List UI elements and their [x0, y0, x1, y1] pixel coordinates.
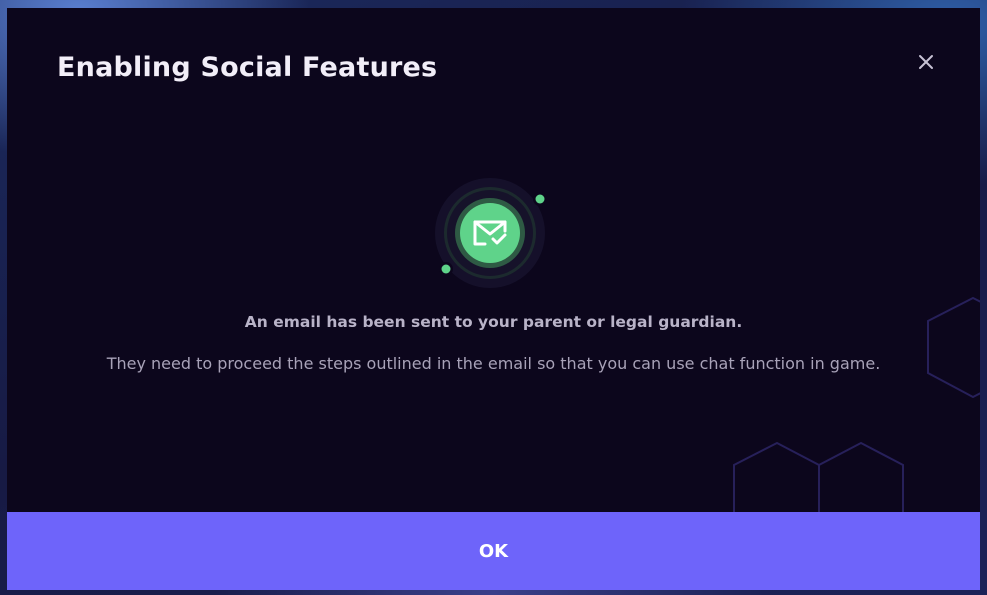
hexagon-decoration	[733, 296, 980, 538]
close-button[interactable]	[912, 48, 940, 76]
email-sent-message: An email has been sent to your parent or…	[244, 313, 743, 331]
instructions-text: They need to proceed the steps outlined …	[106, 354, 881, 373]
ok-button[interactable]: OK	[7, 512, 980, 590]
email-sent-check-icon	[435, 178, 545, 288]
close-icon	[919, 55, 933, 69]
social-features-dialog: Enabling Social Features An email has be…	[7, 8, 980, 590]
dialog-title: Enabling Social Features	[57, 52, 438, 83]
